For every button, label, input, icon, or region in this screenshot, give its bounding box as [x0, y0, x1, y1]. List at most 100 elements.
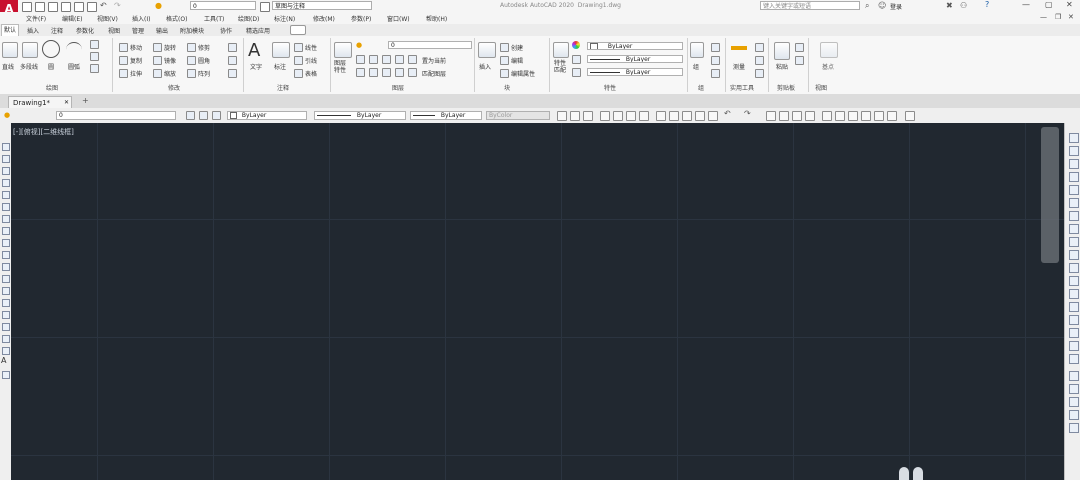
bring-above-icon[interactable] [1069, 397, 1079, 407]
undo-icon[interactable]: ↶ [100, 1, 107, 10]
color-wheel-icon[interactable] [572, 41, 580, 49]
maximize-button[interactable]: ▢ [1045, 0, 1053, 9]
create-block-icon[interactable] [500, 43, 509, 52]
panel-title-view[interactable]: 视图 [815, 83, 827, 92]
layer-properties-button[interactable]: 图层 特性 [334, 60, 346, 74]
chamfer-tool-icon[interactable] [1069, 315, 1079, 325]
text-icon[interactable]: A [248, 40, 260, 61]
layer-properties-icon[interactable] [334, 42, 352, 58]
panel-title-block[interactable]: 块 [504, 83, 510, 92]
sheet-set-icon[interactable] [861, 111, 871, 121]
redo-tool-icon[interactable]: ↷ [744, 109, 751, 118]
text-to-front-icon[interactable] [1069, 423, 1079, 433]
3d-print-icon[interactable] [639, 111, 649, 121]
panel-title-properties[interactable]: 特性 [604, 83, 616, 92]
layer-unlock-icon[interactable] [382, 68, 391, 77]
make-block-tool-icon[interactable] [2, 287, 10, 295]
menu-file[interactable]: 文件(F) [26, 14, 46, 23]
linetype-icon[interactable] [572, 68, 581, 77]
arc-button-label[interactable]: 圆弧 [68, 62, 80, 71]
edit-attributes-icon[interactable] [500, 69, 509, 78]
offset-icon[interactable] [228, 69, 237, 78]
copy-object-tool-icon[interactable] [1069, 146, 1079, 156]
layer-freeze-icon[interactable] [382, 55, 391, 64]
panel-title-layers[interactable]: 图层 [392, 83, 404, 92]
panel-title-modify[interactable]: 修改 [168, 83, 180, 92]
panel-title-draw[interactable]: 绘图 [46, 83, 58, 92]
drawing-canvas[interactable]: [-][俯视][二维线框] [11, 123, 1064, 480]
offset-tool-icon[interactable] [1069, 172, 1079, 182]
paste-button-label[interactable]: 粘贴 [776, 62, 788, 71]
new-tab-button[interactable]: + [82, 96, 89, 105]
menu-insert[interactable]: 插入(I) [132, 14, 150, 23]
make-current-icon[interactable] [408, 55, 417, 64]
layout-space-icon[interactable] [913, 467, 923, 480]
gradient-icon[interactable] [90, 64, 99, 73]
circle-button-label[interactable]: 圆 [48, 62, 54, 71]
panel-title-annotation[interactable]: 注释 [277, 83, 289, 92]
stretch-button[interactable]: 拉伸 [130, 69, 142, 78]
rectangle-tool-icon[interactable] [2, 191, 10, 199]
doc-close-button[interactable]: ✕ [1068, 13, 1074, 21]
array-tool-icon[interactable] [1069, 185, 1079, 195]
draworder-front-icon[interactable] [1069, 371, 1079, 381]
viewport-controls-label[interactable]: [-][俯视][二维线框] [13, 127, 74, 137]
pan-icon[interactable] [766, 111, 776, 121]
search-icon[interactable]: ⌕ [865, 1, 869, 11]
fillet-button[interactable]: 圆角 [198, 56, 210, 65]
match-prop-tool-icon[interactable] [695, 111, 705, 121]
trim-icon[interactable] [187, 43, 196, 52]
properties-palette-icon[interactable] [822, 111, 832, 121]
explode-icon[interactable] [228, 56, 237, 65]
plot-icon[interactable] [87, 2, 97, 12]
plotstyle-control-dropdown[interactable]: ByColor [486, 111, 550, 120]
zoom-realtime-icon[interactable] [779, 111, 789, 121]
rotate-icon[interactable] [153, 43, 162, 52]
line-icon[interactable] [2, 42, 18, 58]
arc-icon[interactable] [66, 42, 82, 57]
quick-select-icon[interactable] [755, 56, 764, 65]
edit-block-icon[interactable] [500, 56, 509, 65]
circle-icon[interactable] [42, 40, 60, 58]
copy-button[interactable]: 复制 [130, 56, 142, 65]
tab-parametric[interactable]: 参数化 [76, 26, 94, 35]
plot-file-icon[interactable] [600, 111, 610, 121]
linear-dim-button[interactable]: 线性 [305, 43, 317, 52]
quick-layer-dropdown[interactable]: 0 [190, 1, 256, 10]
help-button[interactable]: ? [985, 0, 989, 9]
edit-attributes-button[interactable]: 编辑属性 [511, 69, 535, 78]
panel-title-utilities[interactable]: 实用工具 [730, 83, 754, 92]
table-button[interactable]: 表格 [305, 69, 317, 78]
trim-button[interactable]: 修剪 [198, 43, 210, 52]
tab-collaborate[interactable]: 协作 [220, 26, 232, 35]
print-icon[interactable] [74, 2, 84, 12]
table-icon[interactable] [294, 69, 303, 78]
ribbon-toggle-icon[interactable] [290, 25, 306, 35]
edit-block-button[interactable]: 编辑 [511, 56, 523, 65]
login-link[interactable]: 登录 [890, 2, 902, 11]
draworder-back-icon[interactable] [1069, 384, 1079, 394]
add-selected-tool-icon[interactable] [2, 371, 10, 379]
line-button-label[interactable]: 直线 [2, 62, 14, 71]
send-under-icon[interactable] [1069, 410, 1079, 420]
cut-tool-icon[interactable] [656, 111, 666, 121]
save-as-icon[interactable] [61, 2, 71, 12]
rotate-button[interactable]: 旋转 [164, 43, 176, 52]
gradient-tool-icon[interactable] [2, 323, 10, 331]
table-tool-icon[interactable] [2, 347, 10, 355]
join-tool-icon[interactable] [1069, 302, 1079, 312]
id-point-icon[interactable] [755, 69, 764, 78]
tab-insert[interactable]: 插入 [27, 26, 39, 35]
tab-output[interactable]: 输出 [156, 26, 168, 35]
doc-minimize-button[interactable]: — [1040, 13, 1047, 21]
help-tool-icon[interactable] [905, 111, 915, 121]
color-dropdown[interactable]: ByLayer [587, 42, 683, 50]
panel-title-clipboard[interactable]: 剪贴板 [777, 83, 795, 92]
group-icon[interactable] [690, 42, 704, 58]
panel-title-groups[interactable]: 组 [698, 83, 704, 92]
spline-tool-icon[interactable] [2, 239, 10, 247]
markup-icon[interactable] [874, 111, 884, 121]
measure-button-label[interactable]: 测量 [733, 62, 745, 71]
plot-preview-icon[interactable] [613, 111, 623, 121]
polyline-tool-icon[interactable] [2, 167, 10, 175]
